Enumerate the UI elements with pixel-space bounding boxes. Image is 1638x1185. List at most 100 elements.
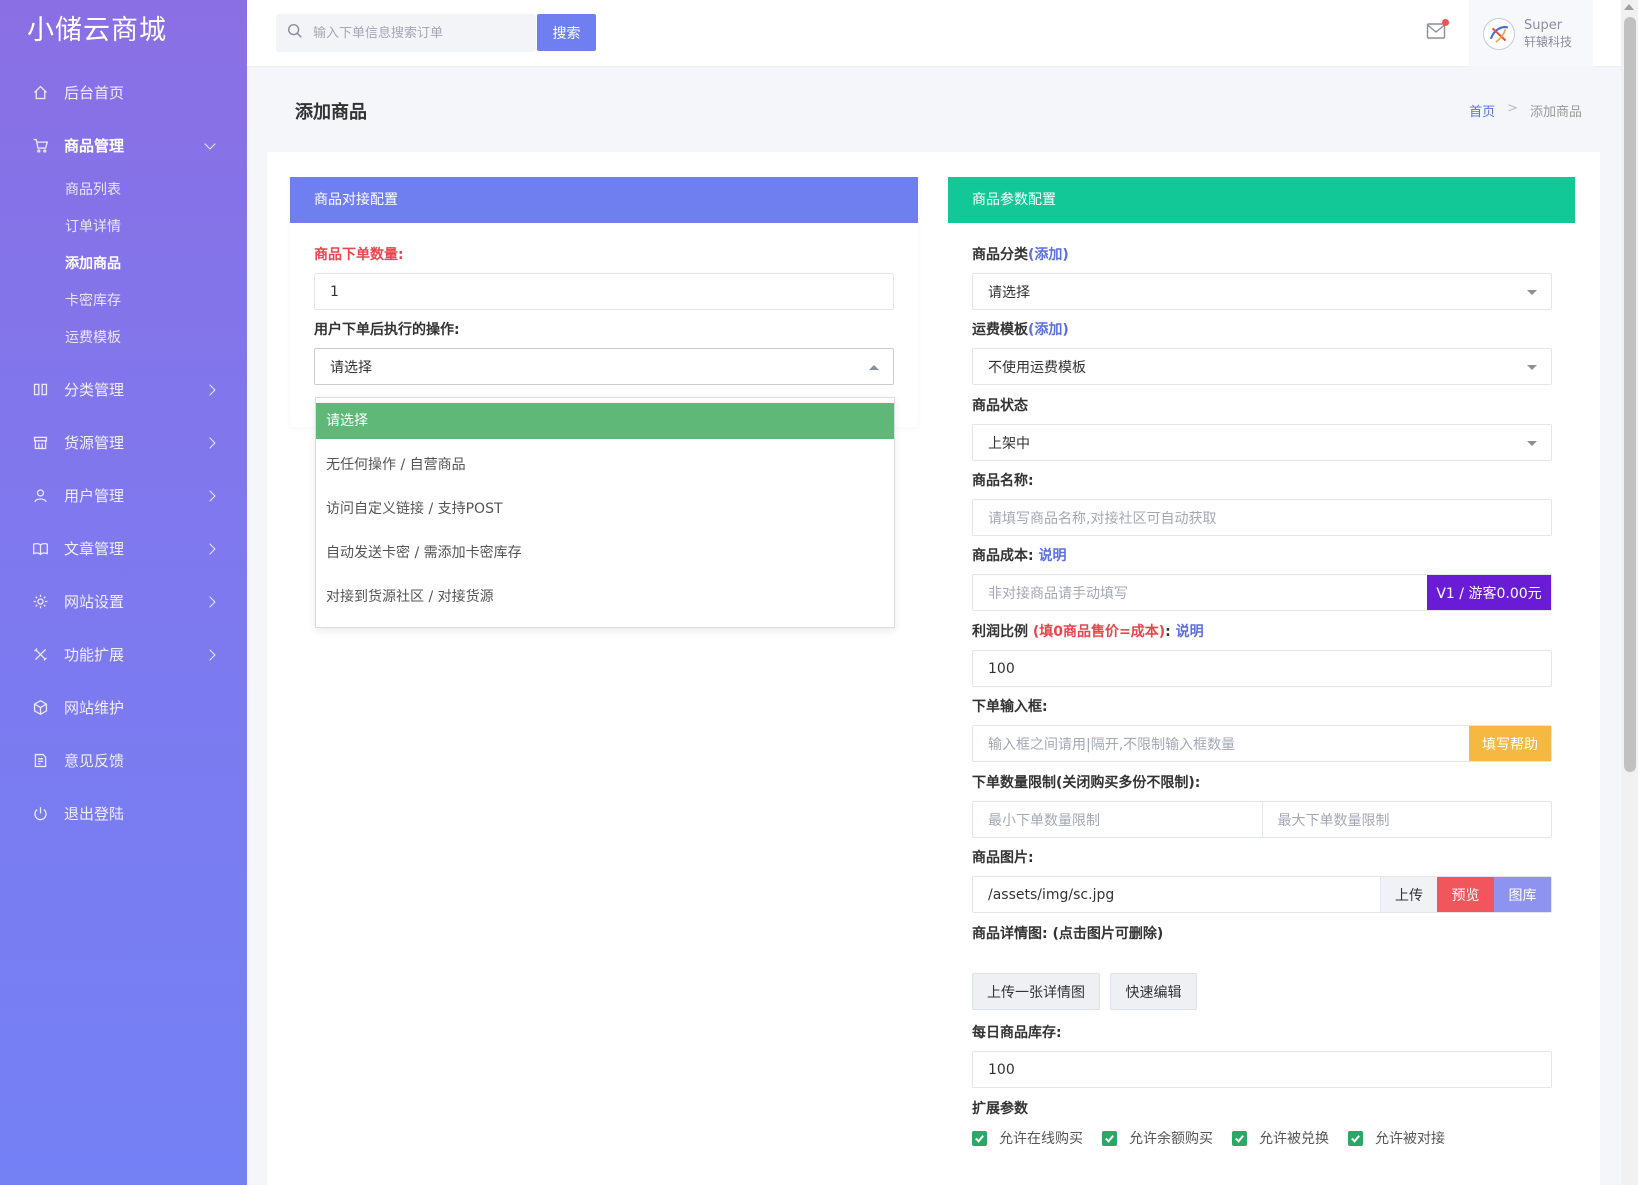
sidebar-item-products[interactable]: 商品管理 xyxy=(0,119,247,172)
product-params-panel: 商品参数配置 商品分类(添加) 请选择 运费模板(添加) 不使用运费模板 商品状… xyxy=(948,177,1575,1147)
shipping-add-link[interactable]: (添加) xyxy=(1028,322,1069,338)
fill-help-button[interactable]: 填写帮助 xyxy=(1469,726,1551,761)
min-limit-input[interactable]: 最小下单数量限制 xyxy=(973,802,1263,837)
main-content: 商品对接配置 商品下单数量: 1 用户下单后执行的操作: 请选择 商品参数配置 … xyxy=(267,152,1600,1185)
scrollbar-thumb[interactable] xyxy=(1624,17,1636,772)
store-icon xyxy=(31,434,49,452)
sidebar-item-dashboard[interactable]: 后台首页 xyxy=(0,66,247,119)
shipping-select[interactable]: 不使用运费模板 xyxy=(972,348,1552,385)
sidebar-item-sources[interactable]: 货源管理 xyxy=(0,416,247,469)
sidebar-item-logout[interactable]: 退出登陆 xyxy=(0,787,247,840)
qty-input[interactable]: 1 xyxy=(314,273,894,310)
subnav-item-add-product[interactable]: 添加商品 xyxy=(0,246,247,283)
app-logo: 小储云商城 xyxy=(27,15,167,46)
dropdown-option[interactable]: 请选择 xyxy=(316,403,894,439)
dropdown-option[interactable]: 对接到货源社区 / 对接货源 xyxy=(316,575,894,619)
limit-input-group: 最小下单数量限制 最大下单数量限制 xyxy=(972,801,1552,838)
action-select[interactable]: 请选择 xyxy=(314,348,894,385)
search-button[interactable]: 搜索 xyxy=(537,14,596,51)
sidebar-item-label: 后台首页 xyxy=(64,84,125,102)
sidebar-item-maintenance[interactable]: 网站维护 xyxy=(0,681,247,734)
max-limit-input[interactable]: 最大下单数量限制 xyxy=(1263,802,1552,837)
status-label: 商品状态 xyxy=(972,398,1028,414)
shipping-label: 运费模板(添加) xyxy=(972,322,1069,338)
mail-icon xyxy=(1426,23,1446,44)
allow-balance-purchase-checkbox[interactable]: 允许余额购买 xyxy=(1102,1128,1213,1148)
category-add-link[interactable]: (添加) xyxy=(1028,247,1069,263)
cost-input[interactable]: 非对接商品请手动填写 xyxy=(973,575,1427,610)
mail-notification[interactable] xyxy=(1426,19,1449,44)
box-icon xyxy=(31,699,49,717)
category-label: 商品分类(添加) xyxy=(972,247,1069,263)
sidebar-item-label: 商品管理 xyxy=(64,137,125,155)
sidebar-item-extensions[interactable]: 功能扩展 xyxy=(0,628,247,681)
ext-params-label: 扩展参数 xyxy=(972,1101,1028,1117)
action-label: 用户下单后执行的操作: xyxy=(314,322,460,338)
panel-title: 商品对接配置 xyxy=(290,177,918,223)
name-label: 商品名称: xyxy=(972,473,1034,489)
scroll-up-arrow-icon[interactable] xyxy=(1624,4,1634,10)
preview-button[interactable]: 预览 xyxy=(1437,877,1494,912)
sidebar-item-label: 文章管理 xyxy=(64,540,125,558)
sidebar-item-label: 用户管理 xyxy=(64,487,125,505)
image-path-input[interactable]: /assets/img/sc.jpg xyxy=(973,877,1380,912)
sidebar-item-label: 网站设置 xyxy=(64,593,125,611)
columns-icon xyxy=(31,381,49,399)
top-header: 搜索 Super 轩辕科技 xyxy=(247,0,1638,67)
name-input[interactable]: 请填写商品名称,对接社区可自动获取 xyxy=(972,499,1552,536)
dropdown-option[interactable]: 访问自定义链接 / 支持POST xyxy=(316,487,894,531)
sidebar-item-users[interactable]: 用户管理 xyxy=(0,469,247,522)
breadcrumb-current: 添加商品 xyxy=(1529,105,1582,120)
image-label: 商品图片: xyxy=(972,850,1034,866)
breadcrumb-home[interactable]: 首页 xyxy=(1469,101,1495,120)
panel-title: 商品参数配置 xyxy=(948,177,1575,223)
chevron-right-icon xyxy=(204,648,216,661)
order-input-field[interactable]: 输入框之间请用|隔开,不限制输入框数量 xyxy=(973,726,1469,761)
upload-button[interactable]: 上传 xyxy=(1380,877,1437,912)
sidebar-item-label: 网站维护 xyxy=(64,699,125,717)
allow-redeem-checkbox[interactable]: 允许被兑换 xyxy=(1232,1128,1329,1148)
search-box xyxy=(276,14,536,52)
sidebar-item-label: 功能扩展 xyxy=(64,646,125,664)
subnav-item-order-details[interactable]: 订单详情 xyxy=(0,209,247,246)
sidebar-item-categories[interactable]: 分类管理 xyxy=(0,363,247,416)
sidebar-item-feedback[interactable]: 意见反馈 xyxy=(0,734,247,787)
profit-label: 利润比例 (填0商品售价=成本): 说明 xyxy=(972,624,1204,640)
order-input-group: 输入框之间请用|隔开,不限制输入框数量 填写帮助 xyxy=(972,725,1552,762)
allow-online-purchase-checkbox[interactable]: 允许在线购买 xyxy=(972,1128,1083,1148)
gallery-button[interactable]: 图库 xyxy=(1494,877,1551,912)
sidebar-item-label: 分类管理 xyxy=(64,381,125,399)
search-input[interactable] xyxy=(313,25,523,41)
avatar xyxy=(1483,17,1515,50)
daily-stock-input[interactable]: 100 xyxy=(972,1051,1552,1088)
profit-help-link[interactable]: 说明 xyxy=(1176,624,1204,640)
cost-help-link[interactable]: 说明 xyxy=(1038,548,1066,564)
ext-params-checkboxes: 允许在线购买 允许余额购买 允许被兑换 允许被对接 xyxy=(972,1128,1464,1148)
quick-edit-button[interactable]: 快速编辑 xyxy=(1110,973,1197,1010)
qty-label: 商品下单数量: xyxy=(314,247,404,263)
products-subnav: 商品列表 订单详情 添加商品 卡密库存 运费模板 xyxy=(0,172,247,363)
chevron-right-icon xyxy=(204,595,216,608)
subnav-item-product-list[interactable]: 商品列表 xyxy=(0,172,247,209)
image-input-group: /assets/img/sc.jpg 上传 预览 图库 xyxy=(972,876,1552,913)
subnav-item-card-stock[interactable]: 卡密库存 xyxy=(0,283,247,320)
sidebar-item-site-settings[interactable]: 网站设置 xyxy=(0,575,247,628)
caret-down-icon xyxy=(1527,441,1537,446)
chevron-down-icon xyxy=(204,137,216,150)
dropdown-option[interactable]: 自动发送卡密 / 需添加卡密库存 xyxy=(316,531,894,575)
sidebar-item-articles[interactable]: 文章管理 xyxy=(0,522,247,575)
user-menu[interactable]: Super 轩辕科技 xyxy=(1469,0,1593,67)
subnav-item-shipping-template[interactable]: 运费模板 xyxy=(0,320,247,357)
allow-integration-checkbox[interactable]: 允许被对接 xyxy=(1348,1128,1445,1148)
gear-icon xyxy=(31,593,49,611)
category-select[interactable]: 请选择 xyxy=(972,273,1552,310)
upload-detail-image-button[interactable]: 上传一张详情图 xyxy=(972,973,1100,1010)
page-title: 添加商品 xyxy=(295,102,367,123)
dropdown-option[interactable]: 无任何操作 / 自营商品 xyxy=(316,443,894,487)
detail-image-label: 商品详情图: (点击图片可删除) xyxy=(972,926,1164,942)
profit-input[interactable]: 100 xyxy=(972,650,1552,687)
feedback-icon xyxy=(31,752,49,770)
page-scrollbar[interactable] xyxy=(1621,0,1638,1185)
user-icon xyxy=(31,487,49,505)
status-select[interactable]: 上架中 xyxy=(972,424,1552,461)
